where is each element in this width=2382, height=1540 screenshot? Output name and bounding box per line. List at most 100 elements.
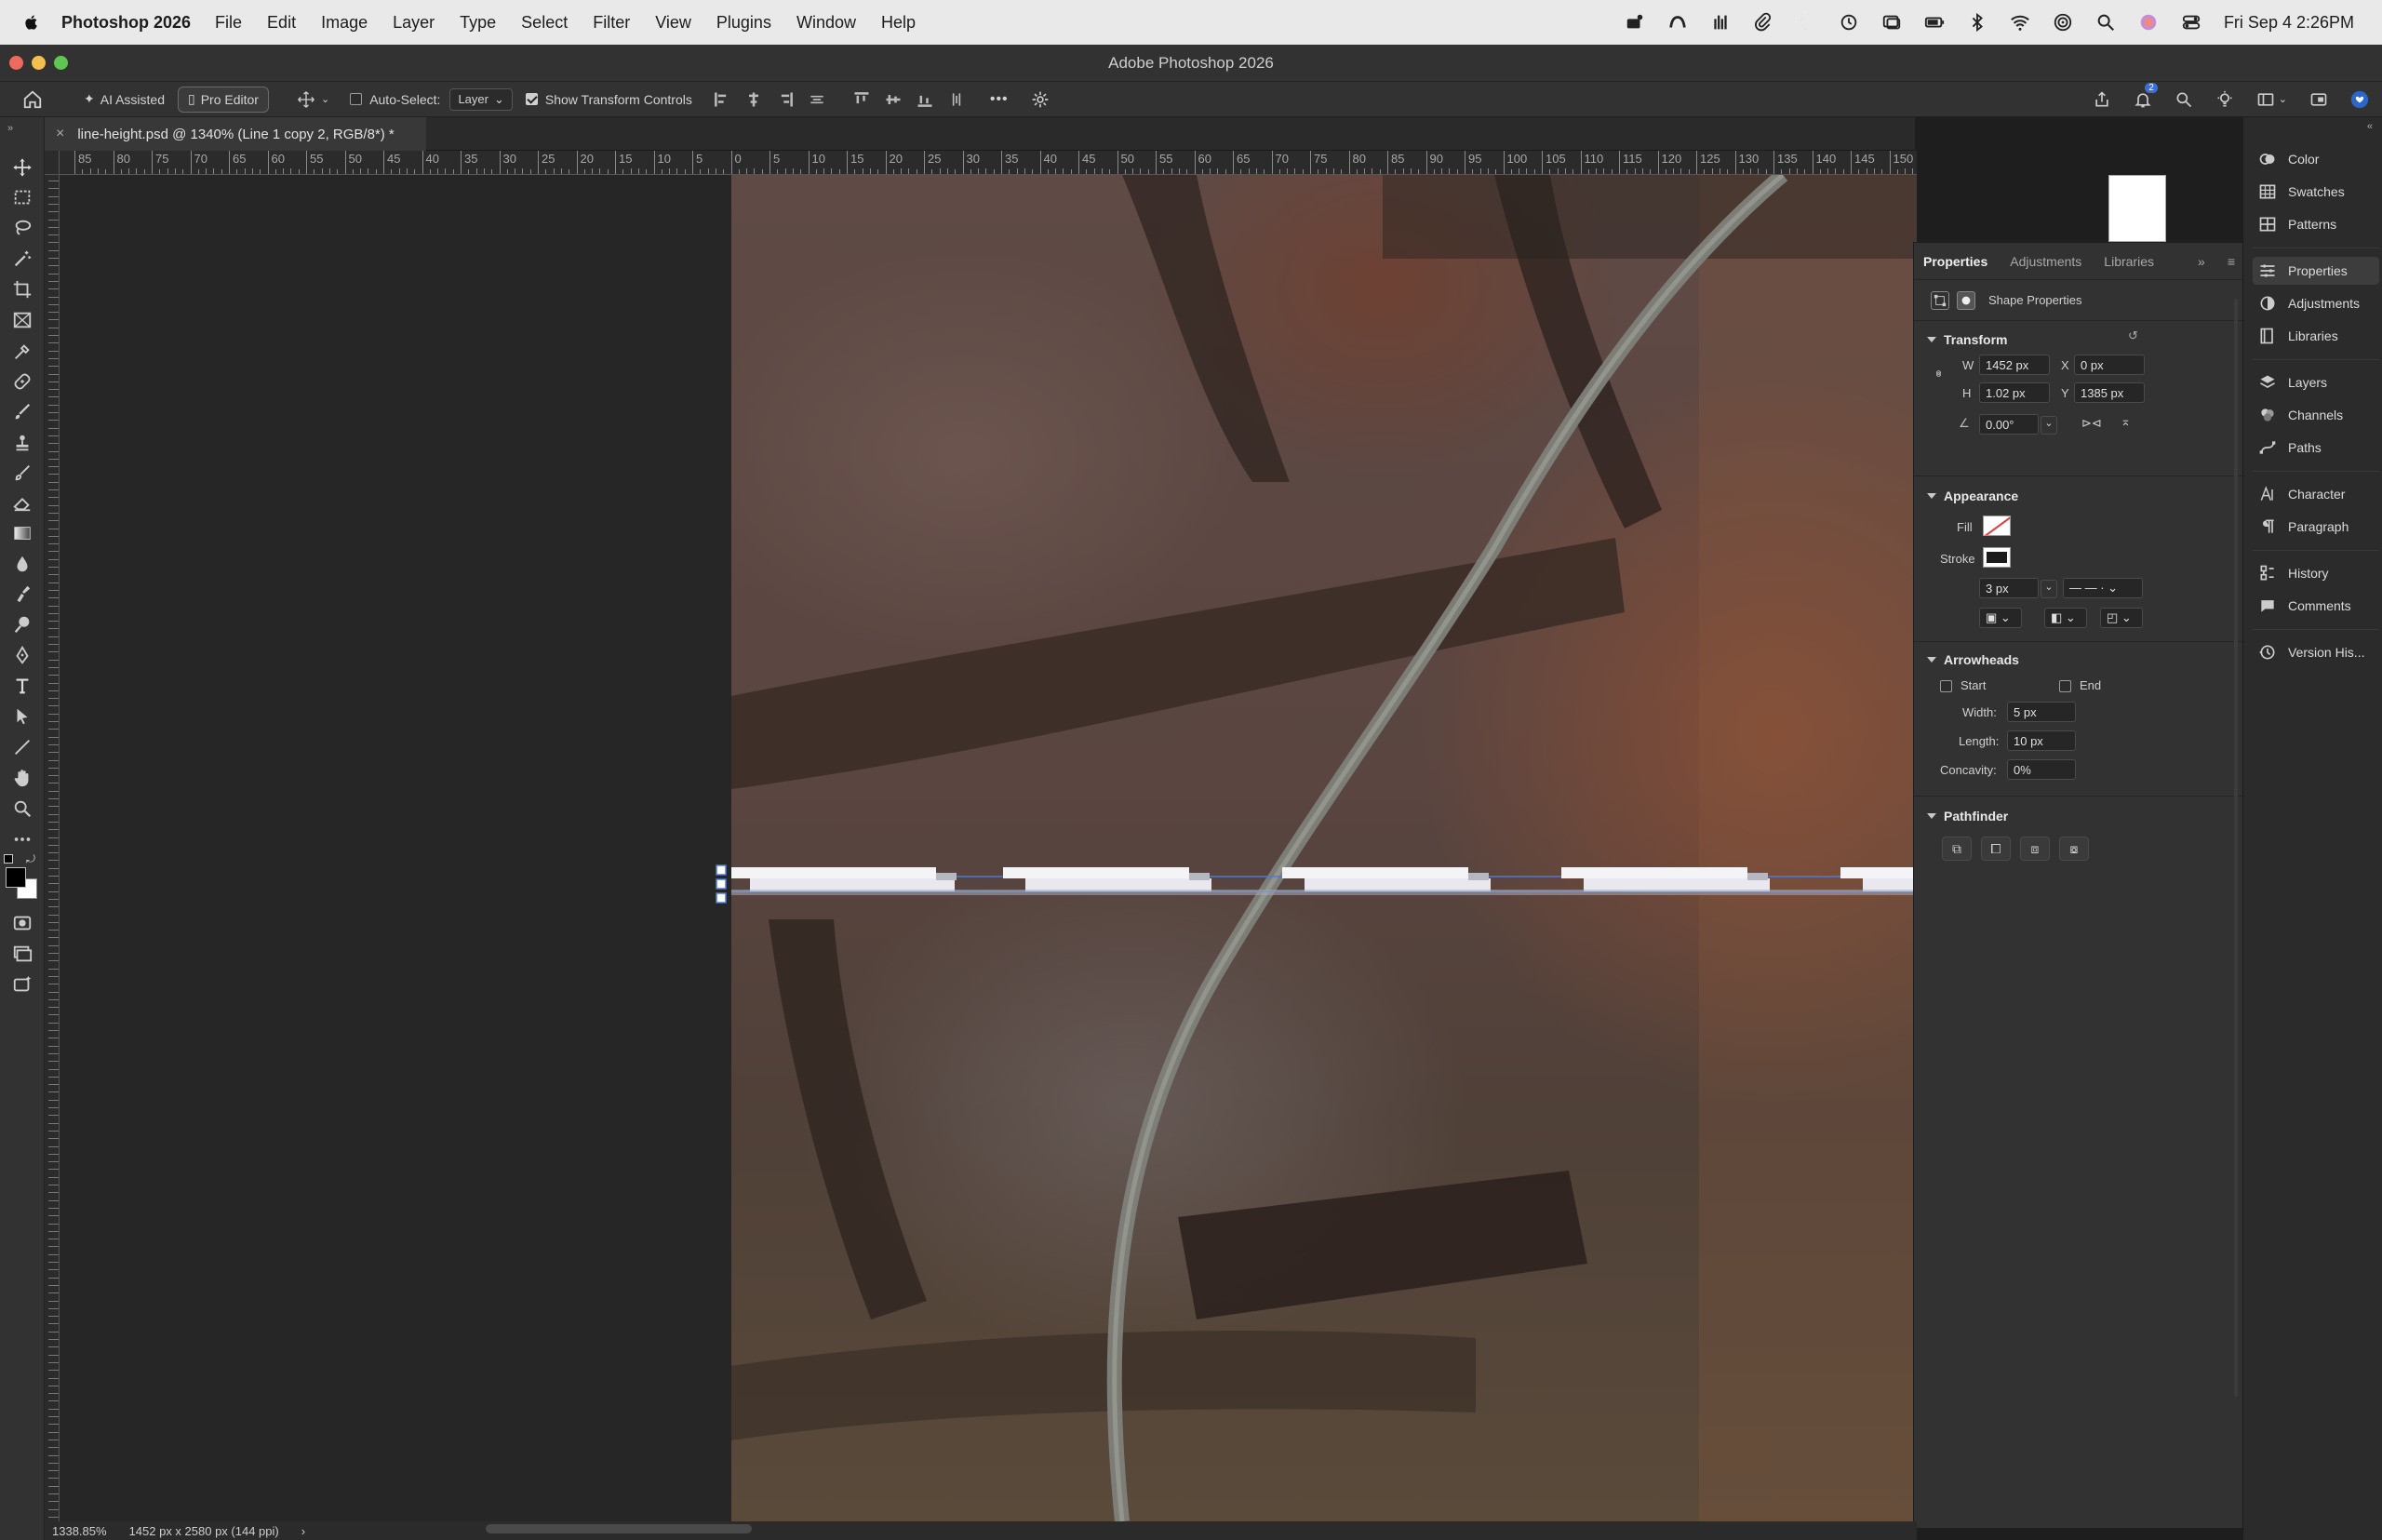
- moon-icon[interactable]: [1796, 12, 1816, 33]
- airdrop-icon[interactable]: [2053, 12, 2073, 33]
- menu-plugins[interactable]: Plugins: [716, 13, 771, 33]
- width-field[interactable]: 1452 px: [1979, 355, 2050, 375]
- account-avatar-icon[interactable]: [2350, 90, 2369, 109]
- stroke-width-dropdown-icon[interactable]: ⌄: [2041, 580, 2057, 598]
- zoom-tool-icon[interactable]: [9, 796, 35, 822]
- edit-toolbar-icon[interactable]: [9, 826, 35, 852]
- expand-panel-icon[interactable]: »: [2198, 254, 2205, 269]
- arrowhead-concavity-field[interactable]: 0%: [2007, 759, 2076, 780]
- distribute-h-icon[interactable]: [808, 90, 826, 109]
- align-center-h-icon[interactable]: [744, 90, 763, 109]
- pathfinder-section-header[interactable]: Pathfinder: [1927, 809, 2008, 824]
- workspace-icon[interactable]: ⌄: [2256, 90, 2287, 109]
- menu-filter[interactable]: Filter: [593, 13, 630, 33]
- screen-mode-icon[interactable]: [9, 941, 35, 967]
- panel-swatches[interactable]: Swatches: [2253, 178, 2379, 206]
- menu-file[interactable]: File: [215, 13, 242, 33]
- panel-color[interactable]: Color: [2253, 145, 2379, 173]
- arrowhead-end-checkbox[interactable]: [2059, 680, 2071, 692]
- status-arrow-icon[interactable]: ›: [301, 1524, 305, 1538]
- bars-icon[interactable]: [1710, 12, 1731, 33]
- path-selection-tool-icon[interactable]: [9, 703, 35, 730]
- line-shape-selection[interactable]: [60, 864, 1917, 919]
- generate-image-icon[interactable]: [9, 971, 35, 998]
- blur-tool-icon[interactable]: [9, 551, 35, 577]
- mask-icon[interactable]: [1957, 290, 1975, 310]
- angle-field[interactable]: 0.00°: [1979, 414, 2039, 435]
- transform-handle-top-left[interactable]: [716, 864, 727, 876]
- distribute-v-icon[interactable]: [947, 90, 966, 109]
- arrowhead-length-field[interactable]: 10 px: [2007, 730, 2076, 751]
- panel-scrollbar[interactable]: [2234, 299, 2238, 1397]
- tab-libraries[interactable]: Libraries: [2104, 254, 2154, 269]
- magic-wand-tool-icon[interactable]: [9, 246, 35, 272]
- ai-assisted-button[interactable]: ✦ AI Assisted: [74, 87, 174, 113]
- panel-channels[interactable]: Channels: [2253, 401, 2379, 429]
- menu-image[interactable]: Image: [321, 13, 368, 33]
- quick-mask-icon[interactable]: [9, 910, 35, 936]
- apple-icon[interactable]: [22, 13, 43, 32]
- transform-section-header[interactable]: Transform: [1927, 332, 2007, 347]
- align-bottom-icon[interactable]: [916, 90, 934, 109]
- panel-character[interactable]: Character: [2253, 480, 2379, 508]
- pathfinder-intersect-button[interactable]: ⧈: [2020, 837, 2050, 861]
- dock-collapse-icon[interactable]: «: [2367, 121, 2373, 132]
- foreground-color-swatch[interactable]: [6, 867, 26, 888]
- panel-adjustments[interactable]: Adjustments: [2253, 289, 2379, 317]
- stroke-corners-dropdown[interactable]: ◰ ⌄: [2100, 608, 2143, 628]
- align-middle-v-icon[interactable]: [884, 90, 903, 109]
- x-position-field[interactable]: 0 px: [2074, 355, 2145, 375]
- default-colors-icon[interactable]: [4, 854, 13, 864]
- more-options-button[interactable]: •••: [990, 91, 1009, 108]
- appearance-section-header[interactable]: Appearance: [1927, 489, 2018, 503]
- panel-libraries[interactable]: Libraries: [2253, 322, 2379, 350]
- arc-icon[interactable]: [1667, 12, 1688, 33]
- close-window-button[interactable]: [9, 56, 23, 70]
- camera-status-icon[interactable]: [1625, 12, 1645, 33]
- brush-tool-icon[interactable]: [9, 399, 35, 425]
- eyedropper-tool-icon[interactable]: [9, 339, 35, 365]
- notifications-icon[interactable]: 2: [2134, 82, 2158, 109]
- menu-view[interactable]: View: [655, 13, 691, 33]
- panel-layers[interactable]: Layers: [2253, 368, 2379, 396]
- panel-properties[interactable]: Properties: [2253, 257, 2379, 285]
- panel-menu-icon[interactable]: ≡: [2228, 254, 2235, 269]
- stroke-color-swatch[interactable]: [1983, 547, 2011, 568]
- line-tool-icon[interactable]: [9, 734, 35, 760]
- pathfinder-subtract-button[interactable]: ⧠: [1981, 837, 2011, 861]
- swap-colors-icon[interactable]: ⤾: [26, 852, 35, 866]
- display-icon[interactable]: [1881, 12, 1902, 33]
- horizontal-scrollbar[interactable]: [486, 1524, 752, 1533]
- history-brush-tool-icon[interactable]: [9, 460, 35, 486]
- paperclip-icon[interactable]: [1753, 12, 1773, 33]
- menu-type[interactable]: Type: [460, 13, 496, 33]
- shape-bounds-icon[interactable]: [1931, 290, 1949, 310]
- wifi-icon[interactable]: [2010, 12, 2030, 33]
- healing-brush-tool-icon[interactable]: [9, 368, 35, 395]
- arrowhead-width-field[interactable]: 5 px: [2007, 702, 2076, 722]
- share-icon[interactable]: [2093, 90, 2111, 109]
- flip-vertical-icon[interactable]: ⌅: [2121, 414, 2131, 429]
- zoom-window-button[interactable]: [54, 56, 68, 70]
- pro-editor-button[interactable]: ▯ Pro Editor: [178, 86, 269, 113]
- align-top-icon[interactable]: [852, 90, 871, 109]
- menu-window[interactable]: Window: [796, 13, 856, 33]
- horizontal-ruler[interactable]: 85 80 75 70 65 60 55 50 45 40 35 30 25 20 15 10 5 0 5 10 15 2…: [60, 151, 1917, 175]
- type-tool-icon[interactable]: [9, 673, 35, 699]
- stroke-type-dropdown[interactable]: — — · ⌄: [2063, 578, 2143, 598]
- panel-paths[interactable]: Paths: [2253, 434, 2379, 462]
- hand-tool-icon[interactable]: [9, 765, 35, 791]
- panel-patterns[interactable]: Patterns: [2253, 210, 2379, 238]
- reset-transform-icon[interactable]: ↺: [2128, 328, 2138, 343]
- tab-adjustments[interactable]: Adjustments: [2010, 254, 2081, 269]
- panel-paragraph[interactable]: Paragraph: [2253, 513, 2379, 541]
- auto-select-checkbox[interactable]: [350, 93, 363, 105]
- y-position-field[interactable]: 1385 px: [2074, 382, 2145, 403]
- move-tool-icon[interactable]: [9, 154, 35, 181]
- canvas[interactable]: [60, 175, 1917, 1521]
- close-tab-icon[interactable]: ×: [56, 126, 64, 142]
- show-transform-controls-checkbox[interactable]: [525, 93, 538, 105]
- link-proportions-icon[interactable]: ⚭: [1930, 368, 1946, 380]
- pen-tool-icon[interactable]: [9, 642, 35, 668]
- auto-select-dropdown[interactable]: Layer ⌄: [449, 87, 513, 111]
